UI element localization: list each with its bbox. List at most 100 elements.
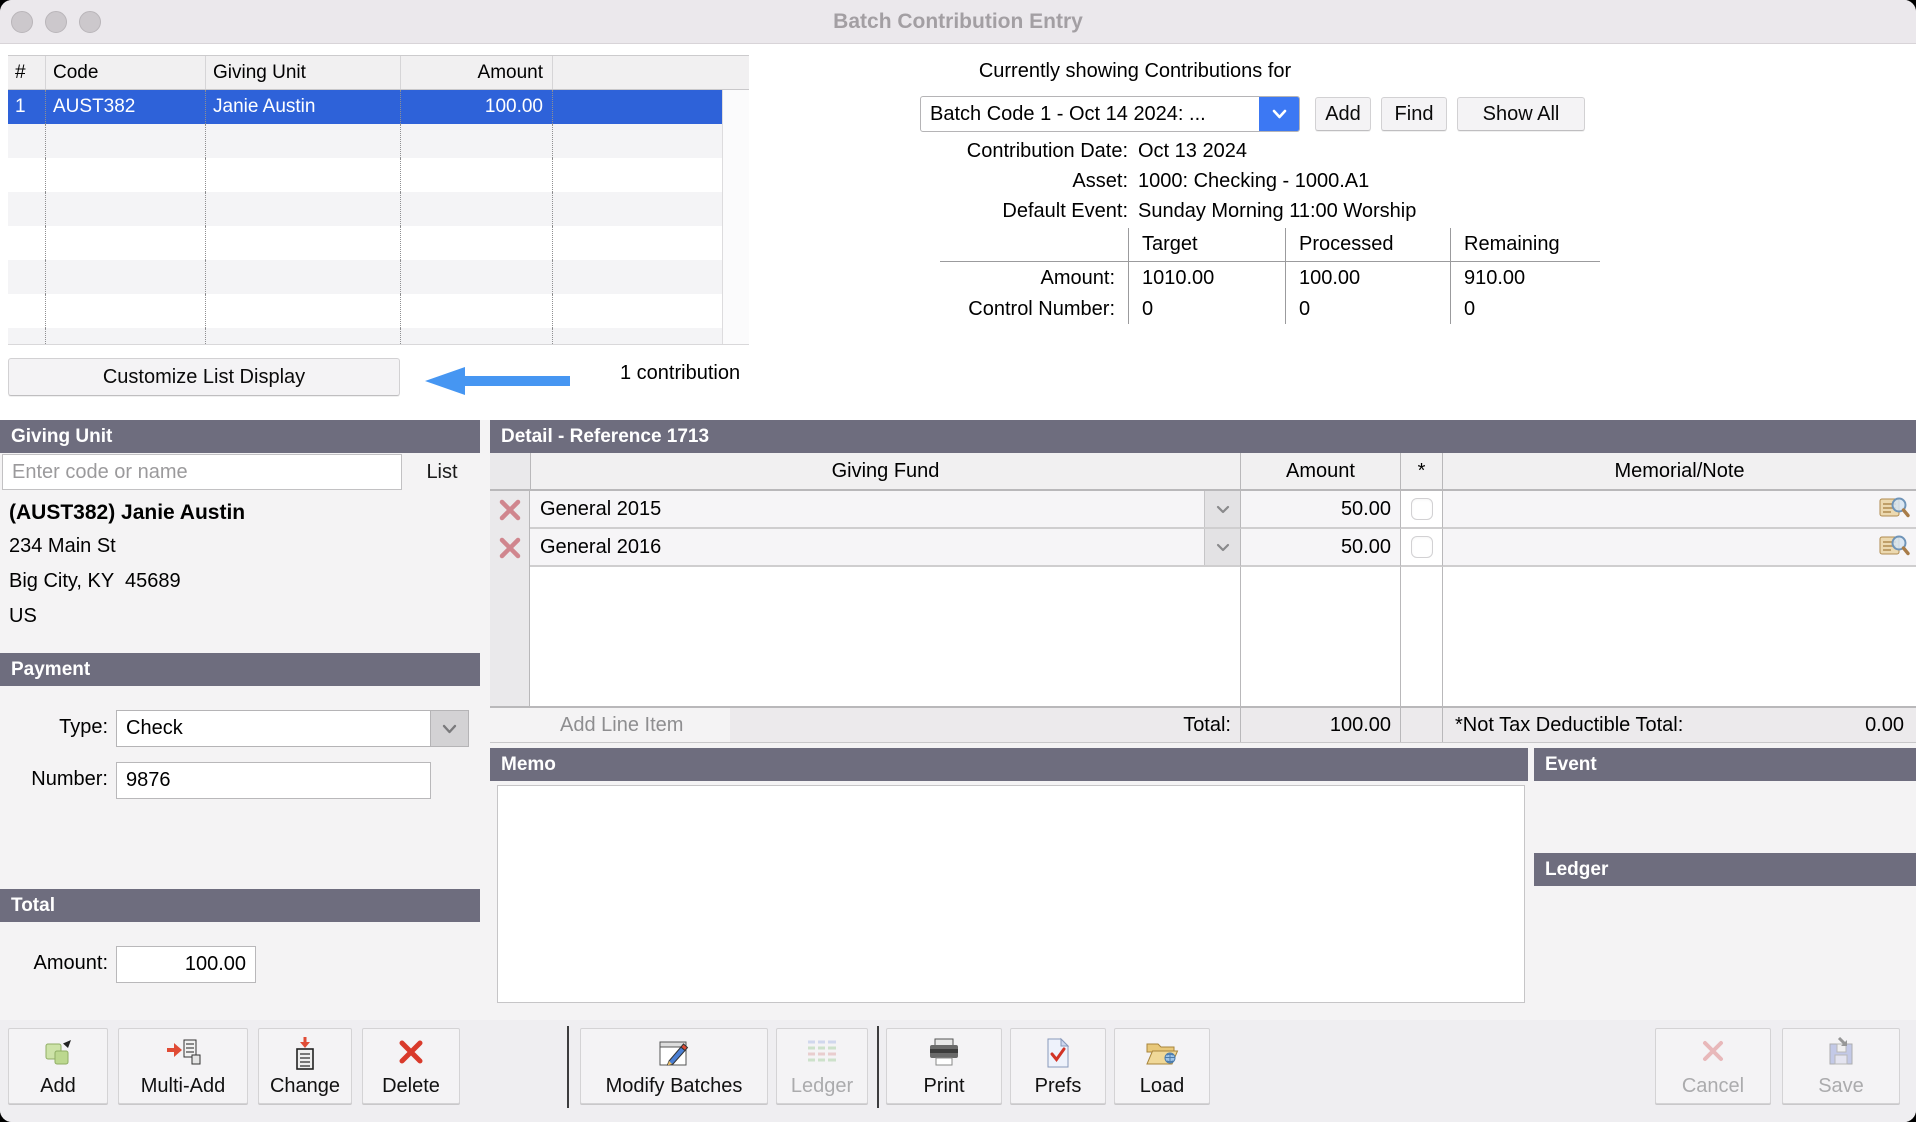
payment-type-select[interactable]: Check (116, 710, 469, 747)
default-event-label: Default Event: (1002, 200, 1128, 222)
chevron-down-icon (1204, 491, 1240, 527)
detail-header-delete-col (490, 453, 530, 491)
summary-control-target: 0 (1128, 294, 1285, 324)
arrow-left-icon (425, 366, 570, 401)
contributions-list-header: # Code Giving Unit Amount (8, 56, 749, 90)
memorial-col-filler (1442, 567, 1916, 706)
add-button[interactable]: Add (8, 1028, 108, 1104)
note-search-icon[interactable] (1878, 494, 1910, 525)
star-col-filler (1400, 567, 1442, 706)
asset-row: Asset: 1000: Checking - 1000.A1 (915, 170, 1555, 193)
note-search-icon[interactable] (1878, 532, 1910, 563)
toolbar-separator (877, 1026, 879, 1108)
asset-label: Asset: (1072, 170, 1128, 192)
list-scrollbar[interactable] (722, 90, 749, 344)
empty-row (8, 328, 722, 344)
payment-type-value: Check (126, 717, 183, 739)
col-header-amount[interactable]: Amount (401, 56, 553, 89)
batch-add-button[interactable]: Add (1315, 97, 1371, 131)
change-button[interactable]: Change (258, 1028, 352, 1104)
address-line: US (9, 605, 37, 627)
cancel-icon (1656, 1037, 1770, 1065)
payment-type-label: Type: (59, 716, 108, 738)
giving-fund-select[interactable]: General 2015 (530, 491, 1240, 529)
summary-amount-processed: 100.00 (1285, 262, 1450, 294)
detail-table: Giving Fund Amount * Memorial/Note Gener… (490, 453, 1916, 743)
detail-total-row: Add Line Item Total: (530, 706, 1240, 742)
col-header-code[interactable]: Code (46, 56, 206, 89)
modify-batches-button[interactable]: Modify Batches (580, 1028, 768, 1104)
multi-add-button[interactable]: Multi-Add (118, 1028, 248, 1104)
ntd-total-value: 0.00 (1865, 713, 1904, 736)
load-button[interactable]: Load (1114, 1028, 1210, 1104)
modify-batches-icon (581, 1037, 767, 1069)
toolbar-separator (567, 1026, 569, 1108)
memorial-note-field[interactable] (1442, 529, 1916, 567)
ntd-total-row: *Not Tax Deductible Total: 0.00 (1442, 706, 1916, 742)
empty-row (8, 124, 722, 158)
memorial-note-field[interactable] (1442, 491, 1916, 529)
not-tax-deductible-checkbox[interactable] (1410, 536, 1433, 558)
print-icon (887, 1037, 1001, 1067)
detail-header-amount: Amount (1240, 453, 1400, 491)
col-header-empty (553, 56, 722, 89)
empty-row (8, 158, 722, 192)
payment-number-label: Number: (31, 768, 108, 790)
window-title: Batch Contribution Entry (833, 10, 1083, 33)
empty-row (8, 192, 722, 226)
contribution-count: 1 contribution (620, 362, 741, 384)
summary-header-processed: Processed (1285, 228, 1450, 262)
empty-row (8, 226, 722, 260)
line-amount-field[interactable]: 50.00 (1240, 529, 1400, 567)
default-event-row: Default Event: Sunday Morning 11:00 Wors… (915, 200, 1555, 223)
add-line-item-button[interactable]: Add Line Item (530, 708, 730, 742)
multi-add-icon (119, 1037, 247, 1069)
contribution-date-label: Contribution Date: (966, 140, 1128, 162)
detail-header: Detail - Reference 1713 (490, 420, 1916, 453)
batch-heading: Currently showing Contributions for (978, 60, 1292, 82)
batch-find-button[interactable]: Find (1381, 97, 1447, 131)
batch-show-all-button[interactable]: Show All (1457, 97, 1585, 131)
batch-summary-table: Target Processed Remaining Amount: 1010.… (940, 228, 1600, 324)
summary-amount-target: 1010.00 (1128, 262, 1285, 294)
giving-unit-list-button[interactable]: List (412, 456, 472, 488)
ledger-button: Ledger (776, 1028, 868, 1104)
giving-fund-select[interactable]: General 2016 (530, 529, 1240, 567)
summary-amount-remaining: 910.00 (1450, 262, 1600, 294)
batch-select-value: Batch Code 1 - Oct 14 2024: ... (930, 102, 1206, 125)
address-line: 234 Main St (9, 535, 116, 557)
payment-number-input[interactable] (116, 762, 431, 799)
line-amount-field[interactable]: 50.00 (1240, 491, 1400, 529)
chevron-down-icon (1259, 97, 1299, 131)
summary-control-processed: 0 (1285, 294, 1450, 324)
not-tax-deductible-checkbox[interactable] (1410, 498, 1433, 520)
ntd-total-label: *Not Tax Deductible Total: (1455, 713, 1684, 736)
col-header-giving-unit[interactable]: Giving Unit (206, 56, 401, 89)
detail-total-value: 100.00 (1240, 706, 1400, 742)
chevron-down-icon (430, 711, 468, 746)
summary-control-label: Control Number: (968, 297, 1115, 320)
table-row-selected[interactable]: 1 AUST382 Janie Austin 100.00 (8, 90, 722, 124)
delete-button[interactable]: Delete (362, 1028, 460, 1104)
fund-col-filler (530, 567, 1240, 706)
ledger-header: Ledger (1534, 853, 1916, 886)
print-button[interactable]: Print (886, 1028, 1002, 1104)
total-amount-input[interactable] (116, 946, 256, 983)
delete-line-icon[interactable] (490, 491, 530, 529)
delete-line-icon[interactable] (490, 529, 530, 567)
prefs-button[interactable]: Prefs (1010, 1028, 1106, 1104)
giving-unit-search-input[interactable] (2, 454, 402, 490)
detail-total-label: Total: (1183, 713, 1231, 736)
contribution-date-value: Oct 13 2024 (1138, 140, 1247, 162)
cell-num: 1 (8, 90, 46, 124)
memo-textarea[interactable] (497, 785, 1525, 1003)
giving-unit-name: (AUST382) Janie Austin (9, 501, 246, 524)
customize-list-display-button[interactable]: Customize List Display (8, 358, 400, 396)
cell-amount: 100.00 (401, 90, 553, 124)
batch-select[interactable]: Batch Code 1 - Oct 14 2024: ... (920, 96, 1300, 132)
summary-header-target: Target (1128, 228, 1285, 262)
change-icon (259, 1037, 351, 1071)
contribution-date-row: Contribution Date: Oct 13 2024 (915, 140, 1555, 163)
col-header-num[interactable]: # (8, 56, 46, 89)
asset-value: 1000: Checking - 1000.A1 (1138, 170, 1370, 192)
